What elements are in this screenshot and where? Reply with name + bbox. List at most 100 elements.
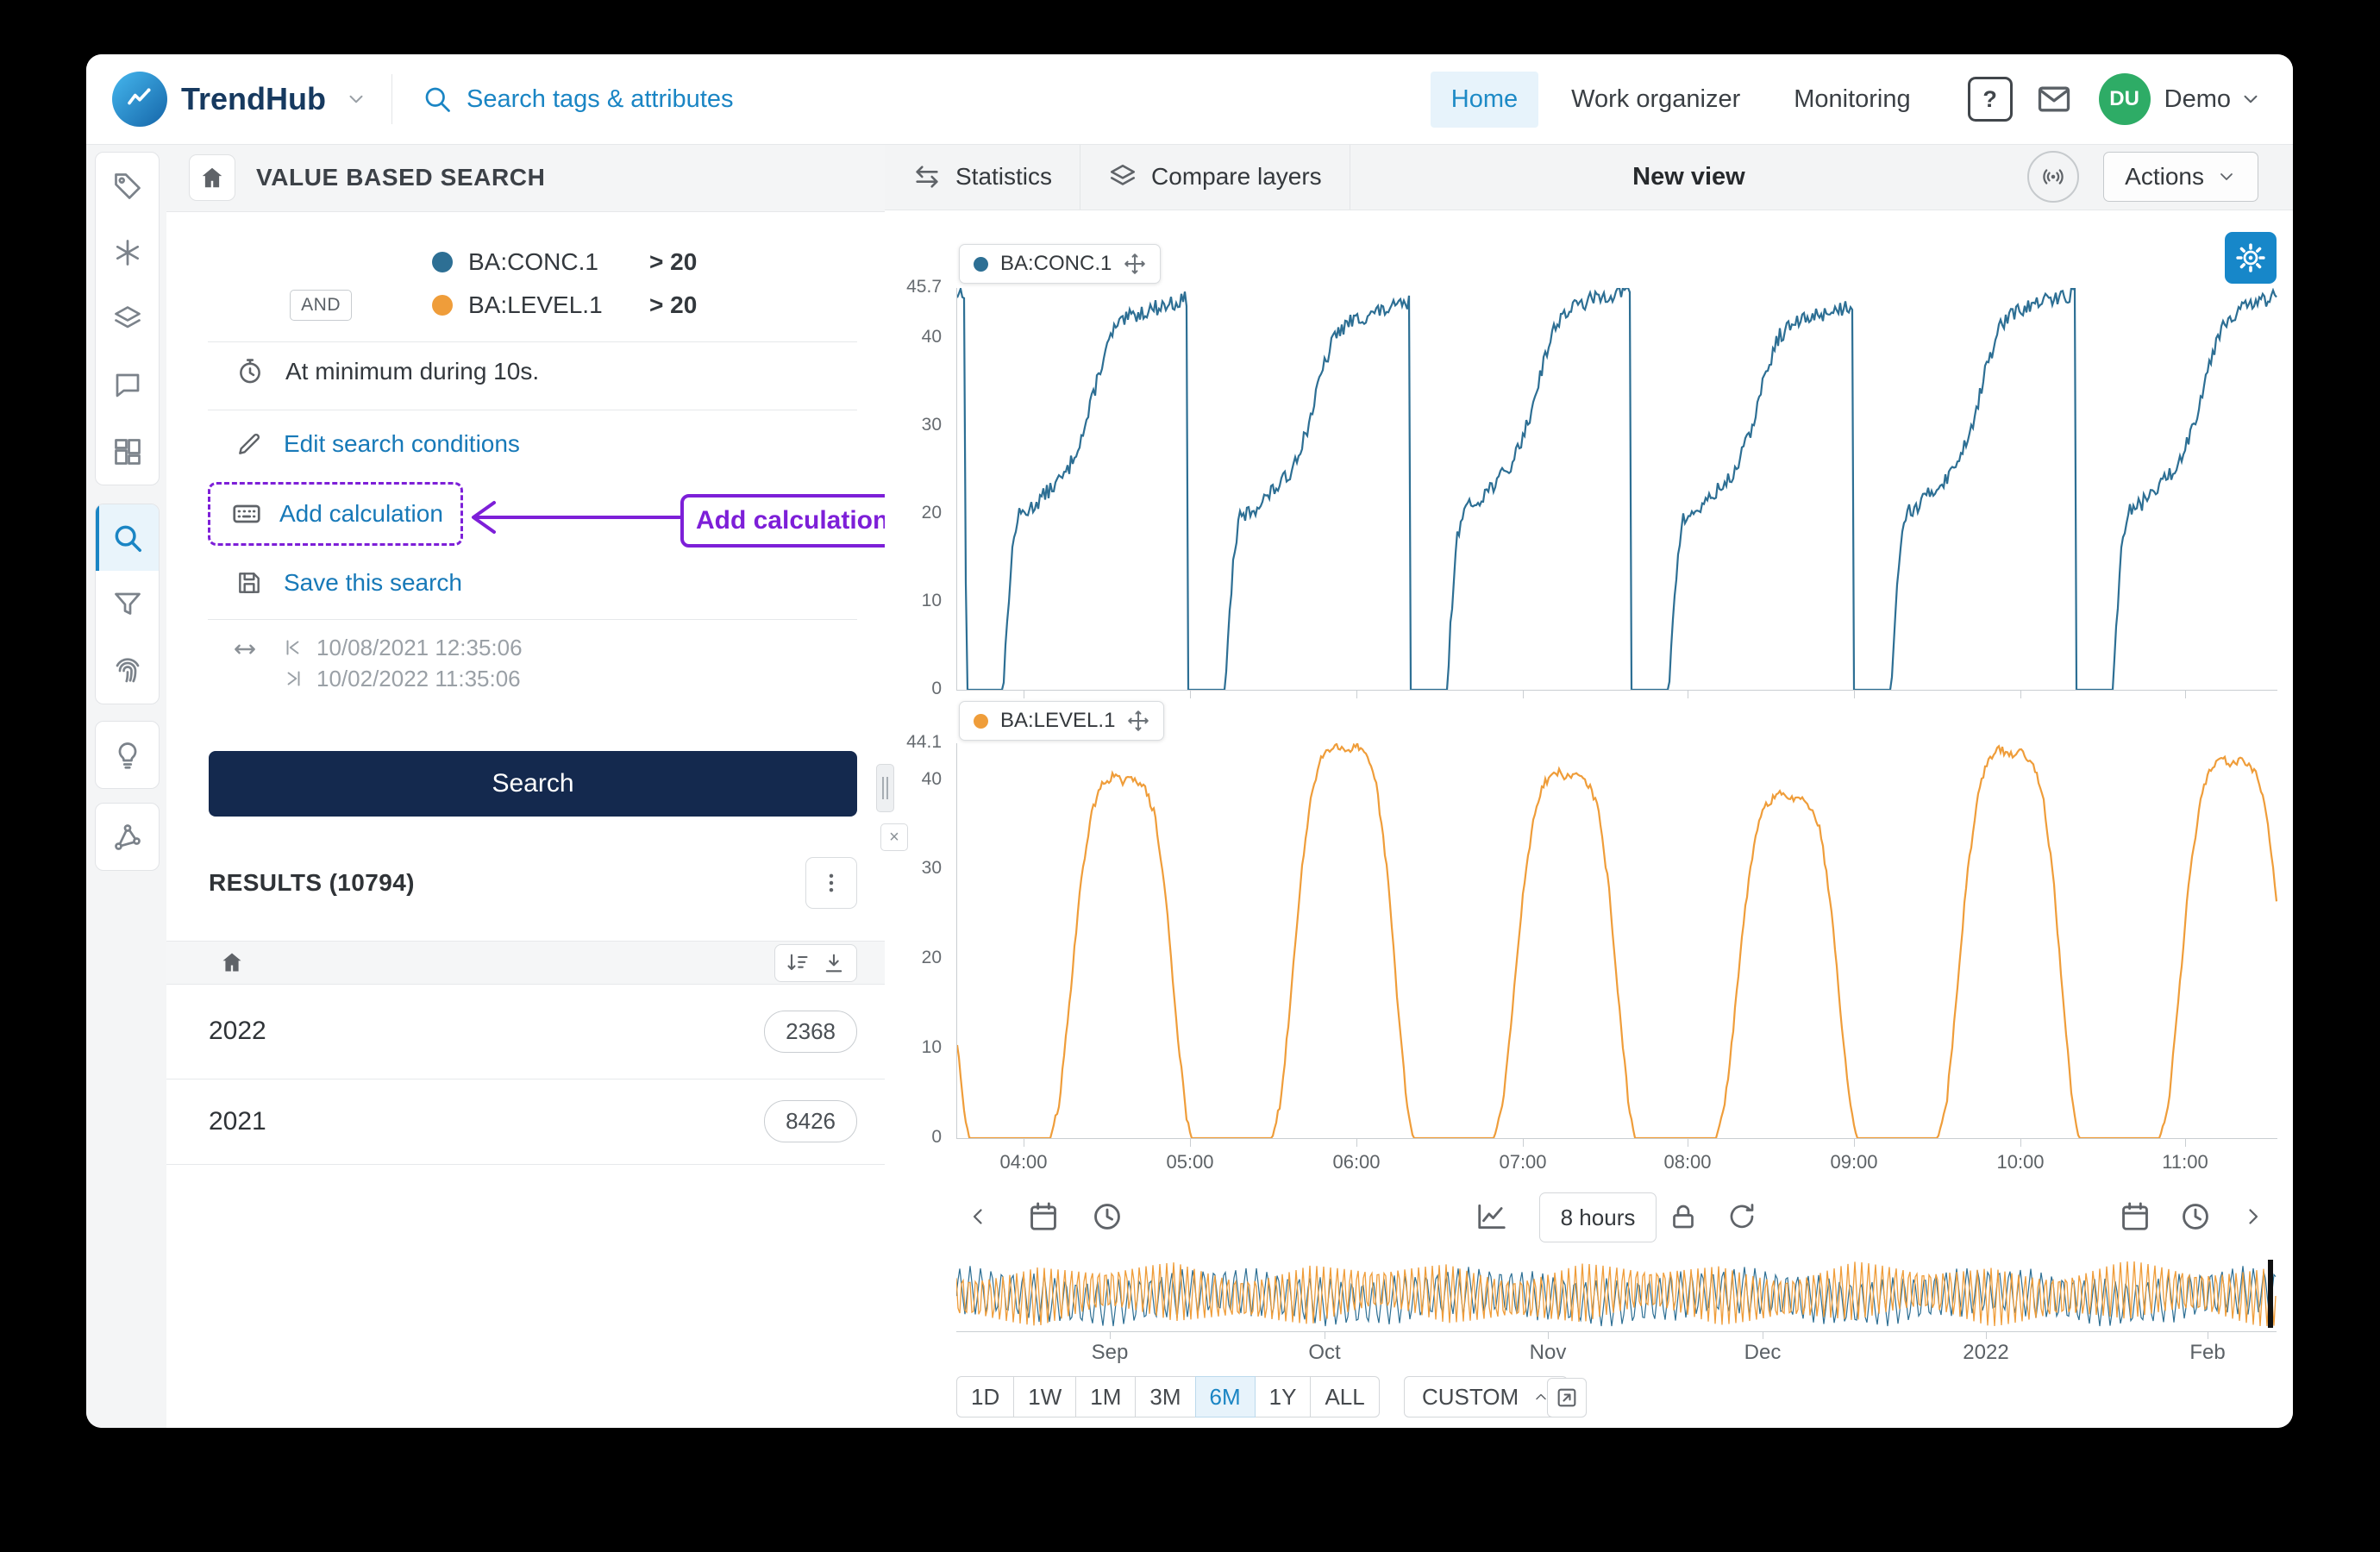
context-icon[interactable]	[96, 219, 159, 285]
tags-search-input[interactable]: Search tags & attributes	[422, 84, 734, 115]
range-button-1y[interactable]: 1Y	[1254, 1376, 1312, 1417]
custom-range-button[interactable]: CUSTOM	[1404, 1376, 1569, 1417]
statistics-button[interactable]: Statistics	[885, 144, 1081, 210]
search-button[interactable]: Search	[209, 751, 857, 817]
lock-timespan-button[interactable]	[1661, 1194, 1706, 1239]
result-row-2021[interactable]: 2021 8426	[166, 1079, 885, 1165]
tag-icon[interactable]	[96, 153, 159, 219]
y-axis-labels-conc: 45.7 40 30 20 10 0	[885, 277, 947, 698]
trend-tools-button[interactable]	[1469, 1194, 1514, 1239]
skip-start-icon	[286, 640, 299, 655]
calendar-start-button[interactable]	[1021, 1194, 1066, 1239]
add-calculation-highlight-box: Add calculation	[208, 482, 463, 546]
clock-start-button[interactable]	[1085, 1194, 1130, 1239]
skip-end-icon	[287, 671, 300, 686]
and-badge: AND	[290, 290, 352, 321]
dashboard-icon[interactable]	[96, 418, 159, 485]
overview-strip[interactable]	[956, 1260, 2277, 1328]
chart-conc[interactable]	[956, 288, 2277, 691]
help-button[interactable]: ?	[1967, 77, 2013, 122]
machine-learning-icon[interactable]	[96, 804, 159, 870]
collapse-all-icon[interactable]	[822, 951, 846, 975]
move-icon	[1128, 710, 1149, 731]
custom-label: CUSTOM	[1422, 1383, 1519, 1410]
result-row-2022[interactable]: 2022 2368	[166, 984, 885, 1080]
avatar[interactable]: DU	[2098, 73, 2151, 125]
user-chevron-down-icon[interactable]	[2239, 88, 2262, 110]
idea-icon[interactable]	[96, 722, 159, 788]
nav-monitoring[interactable]: Monitoring	[1773, 72, 1931, 128]
axis-tick-label: 06:00	[1332, 1151, 1381, 1173]
result-count-badge: 2368	[764, 1010, 857, 1053]
condition-operator: >	[649, 248, 664, 275]
chart-level[interactable]	[956, 743, 2277, 1139]
brand-chevron-down-icon[interactable]	[345, 88, 367, 110]
condition-row[interactable]: AND BA:LEVEL.1 > 20	[166, 284, 885, 327]
axis-tick-label: 09:00	[1830, 1151, 1878, 1173]
y-tick-label: 45.7	[906, 277, 942, 297]
app-window: TrendHub Search tags & attributes Home Wo…	[86, 54, 2293, 1428]
nav-home[interactable]: Home	[1430, 71, 1539, 128]
range-button-3m[interactable]: 3M	[1135, 1376, 1196, 1417]
panel-resize-handle[interactable]	[876, 764, 894, 812]
actions-button[interactable]: Actions	[2103, 152, 2258, 202]
comment-icon[interactable]	[96, 352, 159, 418]
result-count-badge: 8426	[764, 1100, 857, 1142]
save-search-link[interactable]: Save this search	[166, 560, 885, 605]
actions-label: Actions	[2125, 163, 2204, 190]
axis-tick-label: Oct	[1308, 1341, 1341, 1364]
range-button-1m[interactable]: 1M	[1075, 1376, 1137, 1417]
clock-end-button[interactable]	[2173, 1194, 2218, 1239]
panel-collapse-button[interactable]: ×	[880, 823, 908, 851]
rail-group-4	[95, 803, 160, 871]
duration-row[interactable]: At minimum during 10s.	[166, 349, 885, 394]
overview-cursor[interactable]	[2268, 1260, 2273, 1328]
series-dot	[974, 713, 988, 729]
live-monitoring-button[interactable]	[2027, 151, 2080, 203]
axis-tick-label: Sep	[1091, 1341, 1129, 1364]
edit-link-label: Edit search conditions	[284, 430, 520, 457]
duration-text: At minimum during 10s.	[285, 358, 540, 385]
axis-tick-label: Feb	[2189, 1341, 2226, 1364]
y-tick-label: 20	[921, 503, 942, 523]
add-calculation-link[interactable]: Add calculation	[279, 500, 443, 528]
layers-icon[interactable]	[96, 285, 159, 352]
pan-left-button[interactable]	[956, 1194, 1001, 1239]
results-menu-button[interactable]	[805, 857, 857, 909]
edit-search-conditions-link[interactable]: Edit search conditions	[166, 422, 885, 466]
sort-controls	[774, 943, 857, 982]
series-dot	[432, 295, 453, 316]
range-button-1w[interactable]: 1W	[1013, 1376, 1077, 1417]
time-window-selector[interactable]: 8 hours	[1539, 1192, 1657, 1242]
range-button-6m[interactable]: 6M	[1194, 1376, 1256, 1417]
legend-chip-level[interactable]: BA:LEVEL.1	[959, 701, 1165, 741]
condition-row[interactable]: BA:CONC.1 > 20	[166, 241, 885, 284]
nav-work-organizer[interactable]: Work organizer	[1550, 72, 1761, 128]
results-table-header	[166, 941, 885, 985]
chart-settings-button[interactable]	[2225, 232, 2277, 284]
fit-view-button[interactable]	[1547, 1378, 1587, 1417]
series-name: BA:CONC.1	[1000, 252, 1112, 275]
search-tool-icon[interactable]	[96, 504, 159, 571]
y-tick-label: 0	[931, 679, 942, 698]
range-button-1d[interactable]: 1D	[956, 1376, 1015, 1417]
results-title: RESULTS (10794)	[209, 869, 415, 896]
swap-arrows-icon	[916, 166, 938, 188]
range-button-all[interactable]: ALL	[1310, 1376, 1380, 1417]
pan-right-button[interactable]	[2230, 1194, 2275, 1239]
compare-layers-button[interactable]: Compare layers	[1080, 144, 1350, 210]
home-button[interactable]	[189, 154, 235, 201]
annotation-arrow	[472, 501, 680, 534]
calendar-end-button[interactable]	[2113, 1194, 2158, 1239]
legend-chip-conc[interactable]: BA:CONC.1	[959, 244, 1162, 284]
search-icon	[425, 87, 450, 112]
fingerprint-icon[interactable]	[96, 637, 159, 704]
sort-amount-icon[interactable]	[786, 951, 810, 975]
range-button-group: 1D 1W 1M 3M 6M 1Y ALL	[956, 1376, 1380, 1417]
y-tick-label: 30	[921, 415, 942, 435]
history-button[interactable]	[1719, 1194, 1764, 1239]
mail-icon[interactable]	[2035, 80, 2073, 118]
y-tick-label: 30	[921, 858, 942, 879]
filter-icon[interactable]	[96, 571, 159, 637]
save-icon	[239, 573, 260, 593]
